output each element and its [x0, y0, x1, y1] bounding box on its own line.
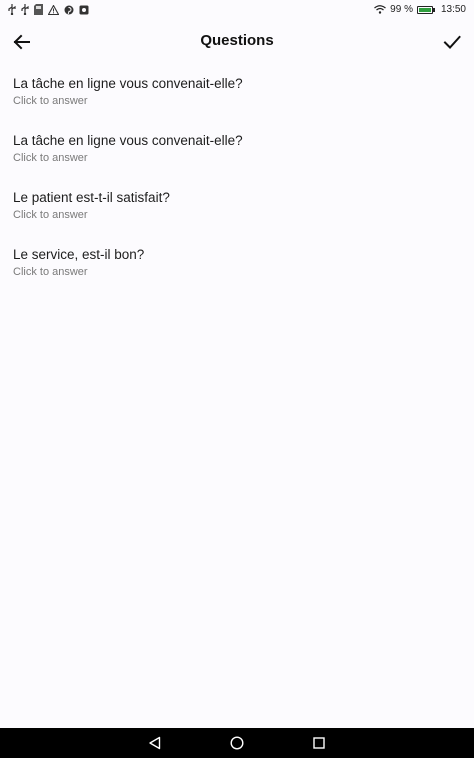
confirm-button[interactable] [440, 30, 464, 54]
question-hint: Click to answer [13, 266, 88, 278]
home-circle-icon [230, 736, 244, 750]
question-hint: Click to answer [13, 209, 88, 221]
question-item-2[interactable]: La tâche en ligne vous convenait-elle? C… [0, 129, 474, 186]
battery-icon [416, 5, 435, 14]
question-text: Le service, est-il bon? [13, 247, 145, 262]
nav-recents-button[interactable] [311, 735, 327, 751]
status-system-info: 99 % 13:50 [374, 3, 466, 16]
questions-screen: 99 % 13:50 Questions La tâche en ligne v… [0, 0, 474, 758]
question-hint: Click to answer [13, 95, 88, 107]
nav-back-button[interactable] [147, 735, 163, 751]
warning-icon [48, 4, 59, 15]
wifi-icon [374, 5, 387, 14]
question-item-3[interactable]: Le patient est-t-il satisfait? Click to … [0, 186, 474, 243]
nav-home-button[interactable] [229, 735, 245, 751]
battery-percent: 99 % [390, 4, 413, 15]
question-text: La tâche en ligne vous convenait-elle? [13, 76, 243, 91]
checkmark-icon [443, 35, 461, 49]
question-list: La tâche en ligne vous convenait-elle? C… [0, 72, 474, 300]
question-hint: Click to answer [13, 152, 88, 164]
navigation-bar [0, 728, 474, 758]
status-bar: 99 % 13:50 [0, 0, 474, 20]
usb-icon [8, 4, 16, 15]
status-notification-icons [8, 3, 89, 16]
question-item-1[interactable]: La tâche en ligne vous convenait-elle? C… [0, 72, 474, 129]
battery-level [418, 7, 431, 12]
back-triangle-icon [149, 736, 161, 750]
recents-square-icon [313, 737, 325, 749]
question-text: La tâche en ligne vous convenait-elle? [13, 133, 243, 148]
notification-icon [79, 5, 89, 14]
app-bar: Questions [0, 22, 474, 62]
question-item-4[interactable]: Le service, est-il bon? Click to answer [0, 243, 474, 300]
question-text: Le patient est-t-il satisfait? [13, 190, 170, 205]
pinterest-icon [64, 5, 74, 14]
sd-card-icon [34, 4, 43, 15]
usb-icon [21, 4, 29, 15]
clock: 13:50 [440, 4, 466, 15]
page-title: Questions [200, 32, 274, 49]
